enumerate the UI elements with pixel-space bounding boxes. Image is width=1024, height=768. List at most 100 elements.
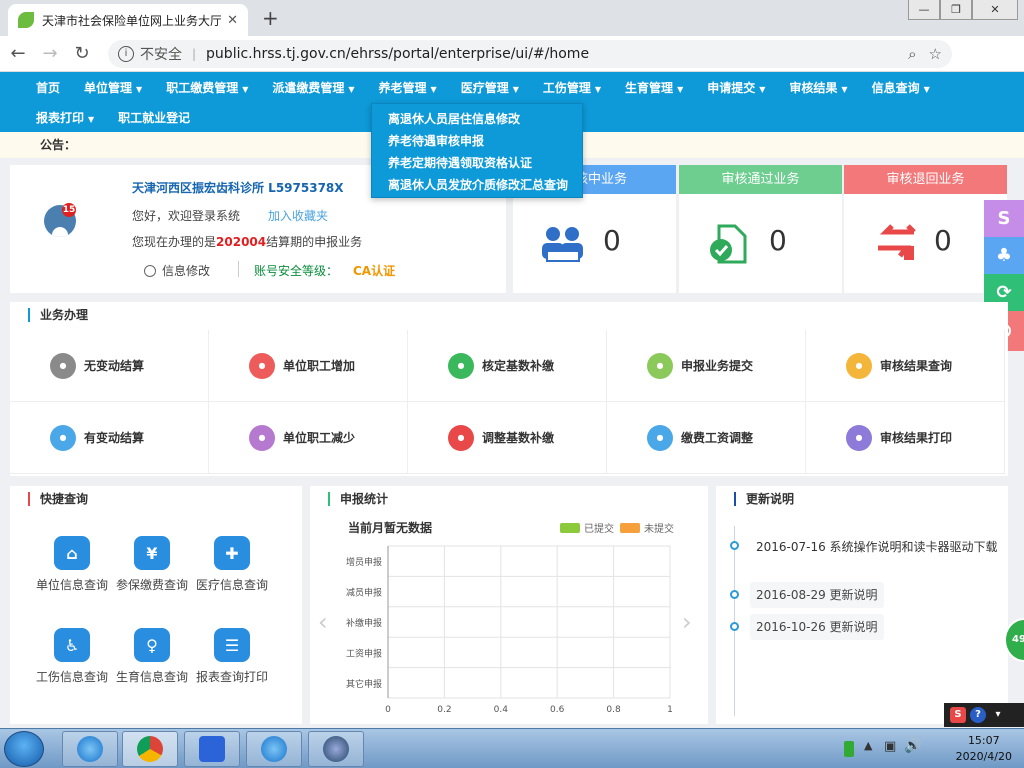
zoom-icon[interactable]: ⌕: [908, 45, 916, 63]
chrome-taskbar-icon[interactable]: [122, 731, 178, 767]
dropdown-item[interactable]: 养老待遇审核申报: [372, 130, 582, 152]
business-panel: 业务办理 ● 无变动结算 ● 单位职工增加 ● 核定基数补缴 ● 申报业务提交 ● 审核结果查询 ●…: [10, 302, 1008, 476]
modify-info-button[interactable]: 信息修改: [144, 262, 210, 279]
nav-item[interactable]: 医疗管理 ▼: [449, 79, 531, 96]
nav-item[interactable]: 派遣缴费管理 ▼: [260, 79, 366, 96]
stat-value: 0: [769, 224, 787, 257]
nav-item[interactable]: 单位管理 ▼: [72, 79, 154, 96]
nav-item[interactable]: 养老管理 ▼: [367, 79, 449, 96]
reload-icon[interactable]: ↻: [68, 43, 96, 64]
update-item[interactable]: 2016-10-26 更新说明: [750, 614, 884, 640]
tree-icon[interactable]: ♣: [984, 237, 1024, 274]
stat-returned[interactable]: 审核退回业务 0: [844, 165, 1007, 293]
update-item[interactable]: 2016-08-29 更新说明: [750, 582, 884, 608]
nav-item[interactable]: 生育管理 ▼: [613, 79, 695, 96]
tab-title: 天津市社会保险单位网上业务大厅: [42, 13, 222, 28]
business-item[interactable]: ● 核定基数补缴: [408, 330, 607, 402]
sogou-ime-icon[interactable]: S: [950, 707, 966, 723]
quick-query-panel: 快捷查询 ⌂ 单位信息查询 ¥ 参保缴费查询 ✚ 医疗信息查询 ♿ 工伤信息查询 ♀ 生育信息查询…: [10, 486, 302, 724]
app-taskbar-icon[interactable]: [308, 731, 364, 767]
new-tab-button[interactable]: +: [262, 6, 279, 30]
medical-kit-icon: ✚: [214, 536, 250, 570]
battery-icon[interactable]: [844, 741, 854, 757]
business-item[interactable]: ● 审核结果打印: [806, 402, 1005, 474]
add-favorite-link[interactable]: 加入收藏夹: [268, 207, 328, 224]
business-item[interactable]: ● 单位职工增加: [209, 330, 408, 402]
update-item[interactable]: 2016-07-16 系统操作说明和读卡器驱动下载: [750, 534, 1004, 560]
quick-query-item[interactable]: ⌂ 单位信息查询: [32, 536, 112, 593]
wps-taskbar-icon[interactable]: [184, 731, 240, 767]
dropdown-item[interactable]: 离退休人员发放介质修改汇总查询: [372, 174, 582, 196]
business-item-label: 有变动结算: [84, 431, 145, 445]
ie-taskbar-icon[interactable]: [62, 731, 118, 767]
chevron-down-icon[interactable]: ▾: [990, 707, 1006, 723]
network-icon[interactable]: ▣: [884, 739, 896, 754]
nav-item[interactable]: 申请提交 ▼: [695, 79, 777, 96]
close-window-button[interactable]: ✕: [972, 0, 1018, 20]
section-title: 快捷查询: [28, 492, 88, 506]
message-count-badge[interactable]: 15: [62, 203, 76, 217]
start-button[interactable]: [4, 731, 44, 767]
info-icon[interactable]: i: [118, 46, 134, 62]
report-search-icon: ☰: [214, 628, 250, 662]
nav-item-label: 职工就业登记: [118, 110, 191, 125]
document-icon: ●: [647, 352, 673, 379]
tray-expand-icon[interactable]: ▲: [864, 739, 872, 752]
close-tab-icon[interactable]: ✕: [227, 13, 238, 28]
x-tick-label: 0.6: [550, 705, 565, 715]
back-icon[interactable]: ←: [4, 43, 32, 64]
business-item[interactable]: ● 有变动结算: [10, 402, 209, 474]
business-item-label: 缴费工资调整: [681, 431, 754, 445]
caret-down-icon: ▼: [136, 84, 143, 94]
s-logo-icon[interactable]: S: [984, 200, 1024, 237]
x-tick-label: 1: [667, 705, 673, 715]
timeline-dot: [730, 541, 739, 550]
nav-item[interactable]: 报表打印 ▼: [24, 109, 106, 126]
nav-item[interactable]: 信息查询 ▼: [860, 79, 942, 96]
security-level-label: 账号安全等级：: [254, 264, 339, 278]
business-item-label: 单位职工减少: [283, 431, 356, 445]
business-item[interactable]: ● 单位职工减少: [209, 402, 408, 474]
nav-item-label: 职工缴费管理: [166, 80, 239, 95]
user-icon: ●: [50, 352, 76, 379]
browser-tab[interactable]: 天津市社会保险单位网上业务大厅 ✕: [8, 4, 248, 36]
nav-item[interactable]: 职工就业登记: [106, 109, 202, 126]
help-icon[interactable]: ?: [970, 707, 986, 723]
clock[interactable]: 15:07 2020/4/20: [956, 733, 1012, 765]
ca-auth-link[interactable]: CA认证: [353, 262, 395, 279]
volume-icon[interactable]: 🔊: [904, 738, 921, 754]
restore-button[interactable]: ❐: [940, 0, 972, 20]
quick-query-item[interactable]: ¥ 参保缴费查询: [112, 536, 192, 593]
business-item[interactable]: ● 缴费工资调整: [607, 402, 806, 474]
business-item[interactable]: ● 审核结果查询: [806, 330, 1005, 402]
url-text[interactable]: public.hrss.tj.gov.cn/ehrss/portal/enter…: [206, 46, 896, 62]
quick-query-item[interactable]: ✚ 医疗信息查询: [192, 536, 272, 593]
dropdown-item[interactable]: 养老定期待遇领取资格认证: [372, 152, 582, 174]
nav-item[interactable]: 首页: [24, 79, 72, 96]
business-item[interactable]: ● 无变动结算: [10, 330, 209, 402]
nav-item-label: 首页: [36, 80, 61, 95]
business-item[interactable]: ● 调整基数补缴: [408, 402, 607, 474]
quick-query-item[interactable]: ☰ 报表查询打印: [192, 628, 272, 685]
nav-item[interactable]: 审核结果 ▼: [777, 79, 859, 96]
minimize-button[interactable]: —: [908, 0, 940, 20]
stat-approved[interactable]: 审核通过业务 0: [679, 165, 842, 293]
business-item[interactable]: ● 申报业务提交: [607, 330, 806, 402]
nav-item[interactable]: 工伤管理 ▼: [531, 79, 613, 96]
quick-query-item[interactable]: ♀ 生育信息查询: [112, 628, 192, 685]
screen: 天津市社会保险单位网上业务大厅 ✕ + — ❐ ✕ ← → ↻ i 不安全 | …: [0, 0, 1024, 768]
address-bar: ← → ↻ i 不安全 | public.hrss.tj.gov.cn/ehrs…: [0, 36, 1024, 98]
quick-query-label: 报表查询打印: [195, 670, 268, 684]
nav-item[interactable]: 职工缴费管理 ▼: [154, 79, 260, 96]
taskbar: ▲ ▣ 🔊 15:07 2020/4/20: [0, 728, 1024, 768]
quick-query-item[interactable]: ♿ 工伤信息查询: [32, 628, 112, 685]
nav-row-2: 报表打印 ▼ 职工就业登记: [24, 102, 202, 132]
dropdown-item[interactable]: 离退休人员居住信息修改: [372, 108, 582, 130]
period-prefix: 您现在办理的是: [132, 235, 217, 249]
forward-icon[interactable]: →: [36, 43, 64, 64]
bookmark-star-icon[interactable]: ☆: [929, 45, 942, 63]
stat-value: 0: [603, 224, 621, 257]
url-field[interactable]: i 不安全 | public.hrss.tj.gov.cn/ehrss/port…: [108, 40, 952, 68]
ie2-taskbar-icon[interactable]: [246, 731, 302, 767]
users-icon: [542, 227, 583, 262]
